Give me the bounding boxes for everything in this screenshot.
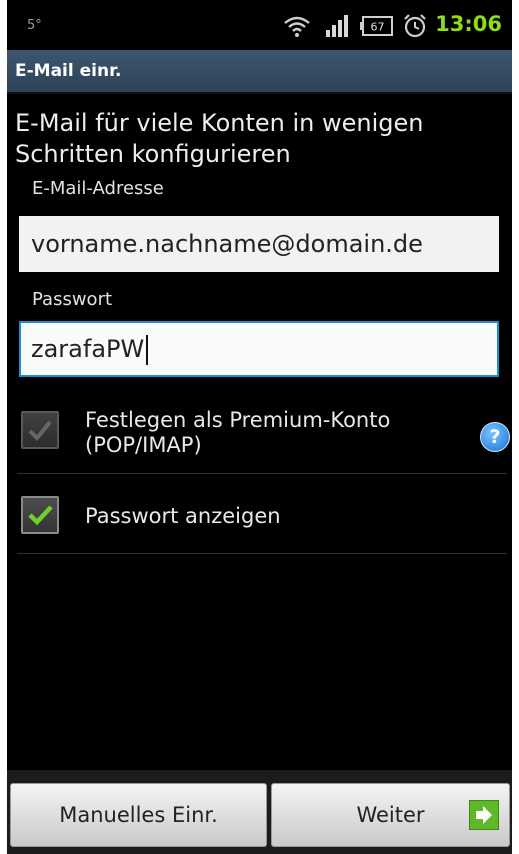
bottom-button-bar: Manuelles Einr. Weiter bbox=[7, 770, 512, 854]
premium-account-label-line1: Festlegen als Premium-Konto bbox=[85, 408, 391, 432]
status-bar: 5° 67 13:06 bbox=[7, 0, 512, 50]
title-bar: E-Mail einr. bbox=[7, 50, 512, 94]
show-password-checkbox[interactable] bbox=[21, 496, 59, 534]
setup-heading: E-Mail für viele Konten in wenigen Schri… bbox=[15, 109, 424, 168]
phone-screen: 5° 67 13:06 E-Mail einr. E-Mail für viel… bbox=[7, 0, 512, 854]
password-label: Passwort bbox=[32, 289, 113, 310]
text-cursor bbox=[146, 335, 149, 365]
password-field[interactable]: zarafaPW bbox=[19, 321, 499, 377]
password-field-value: zarafaPW bbox=[31, 335, 145, 363]
next-button-label: Weiter bbox=[356, 803, 425, 827]
show-password-label: Passwort anzeigen bbox=[85, 504, 281, 528]
arrow-right-icon bbox=[469, 800, 499, 830]
premium-account-option[interactable]: Festlegen als Premium-Konto (POP/IMAP) ? bbox=[7, 398, 512, 473]
signal-icon bbox=[325, 14, 351, 42]
page-title: E-Mail einr. bbox=[15, 61, 122, 81]
divider bbox=[17, 553, 507, 554]
checkmark-icon bbox=[28, 420, 52, 441]
battery-icon: 67 bbox=[360, 15, 394, 41]
next-button[interactable]: Weiter bbox=[271, 783, 510, 847]
email-label: E-Mail-Adresse bbox=[32, 178, 164, 199]
alarm-clock-icon bbox=[402, 13, 428, 43]
premium-account-label: Festlegen als Premium-Konto (POP/IMAP) bbox=[85, 408, 390, 458]
show-password-option[interactable]: Passwort anzeigen bbox=[7, 474, 512, 552]
manual-setup-button[interactable]: Manuelles Einr. bbox=[10, 783, 267, 847]
wifi-icon bbox=[282, 14, 312, 42]
battery-level-text: 67 bbox=[371, 21, 385, 34]
email-field[interactable]: vorname.nachname@domain.de bbox=[19, 216, 499, 272]
status-temperature: 5° bbox=[27, 18, 42, 33]
status-clock: 13:06 bbox=[435, 12, 502, 36]
premium-account-label-line2: (POP/IMAP) bbox=[85, 433, 202, 457]
help-icon[interactable]: ? bbox=[480, 422, 510, 452]
checkmark-icon bbox=[28, 505, 53, 526]
premium-account-checkbox[interactable] bbox=[21, 411, 59, 449]
